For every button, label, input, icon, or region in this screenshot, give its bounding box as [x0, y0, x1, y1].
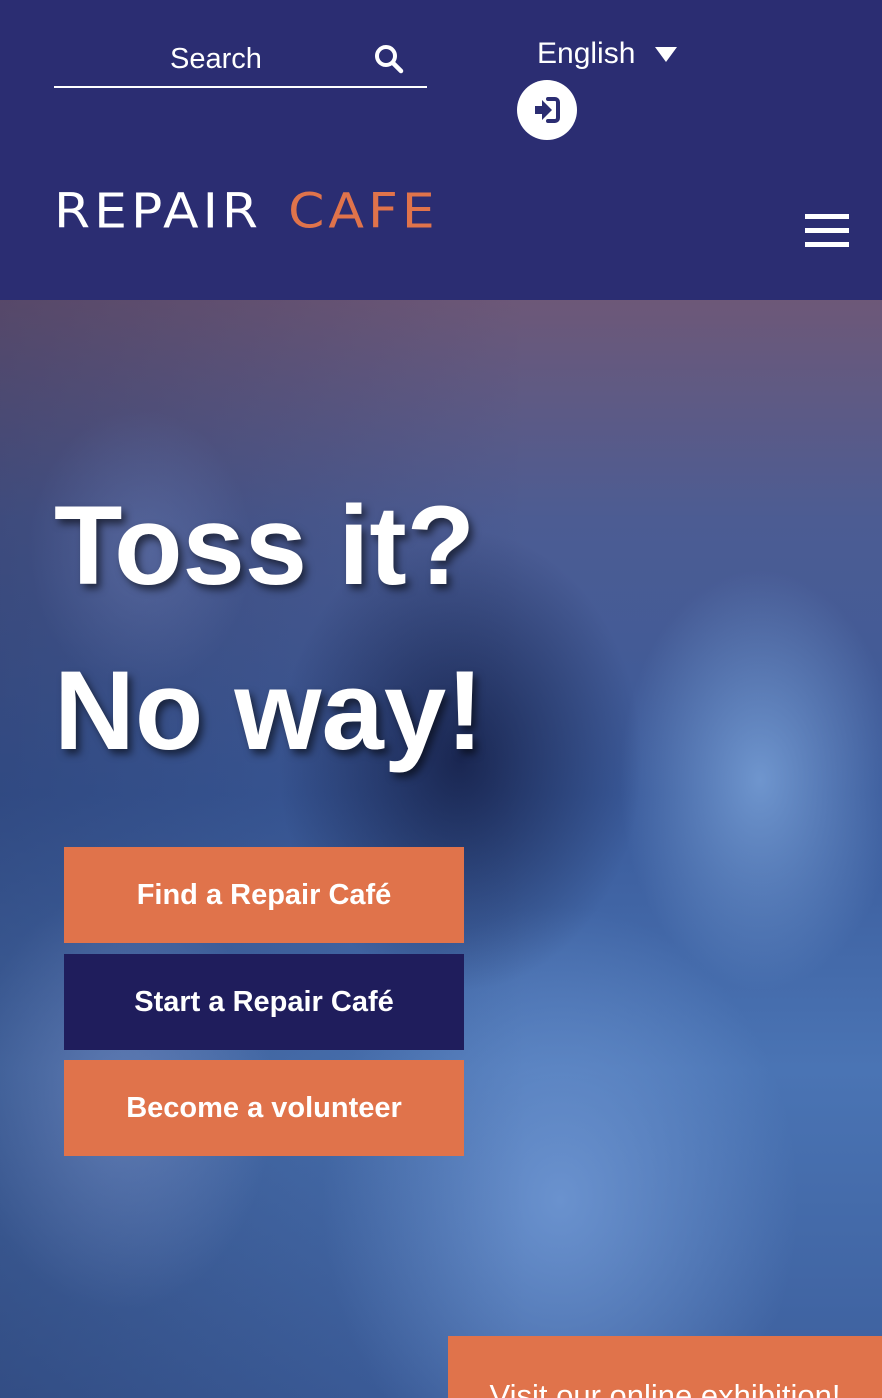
online-exhibition-banner[interactable]: Visit our online exhibition!: [448, 1336, 882, 1398]
hero-headline-line2: No way!: [54, 648, 484, 773]
search-bar: [54, 30, 427, 88]
language-label: English: [537, 37, 636, 70]
site-logo[interactable]: REPAIR CAFE: [54, 186, 439, 238]
become-volunteer-button[interactable]: Become a volunteer: [64, 1060, 464, 1156]
start-repair-cafe-button[interactable]: Start a Repair Café: [64, 954, 464, 1050]
hamburger-menu-button[interactable]: [805, 214, 849, 250]
logo-word-repair: REPAIR: [54, 184, 263, 240]
hero-section: Toss it? No way! Find a Repair Café Star…: [0, 300, 882, 1398]
hero-headline-line1: Toss it?: [54, 483, 476, 608]
find-repair-cafe-button[interactable]: Find a Repair Café: [64, 847, 464, 943]
language-selector[interactable]: English: [537, 32, 678, 76]
hamburger-menu-icon: [805, 214, 849, 219]
search-input[interactable]: [54, 36, 378, 82]
site-header: English REPAIR CAFE: [0, 0, 882, 300]
search-icon: [375, 45, 404, 74]
search-button[interactable]: [372, 42, 406, 76]
login-button[interactable]: [517, 80, 577, 140]
caret-down-icon: [655, 46, 678, 62]
sign-in-icon: [535, 97, 560, 123]
logo-word-cafe: CAFE: [288, 184, 439, 240]
